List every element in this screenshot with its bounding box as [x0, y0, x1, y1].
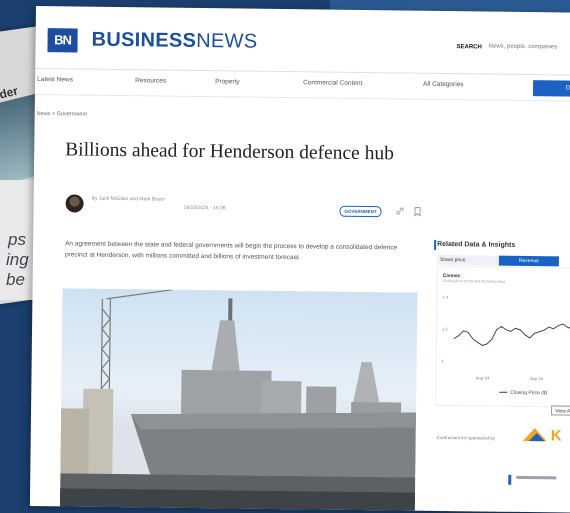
x-tick-label: Aug '24 — [476, 375, 490, 380]
category-tag[interactable]: GOVERNMENT — [339, 205, 382, 218]
sidebar-accent-bar — [434, 239, 437, 250]
share-link-icon[interactable] — [395, 206, 404, 215]
breadcrumb[interactable]: News > Government — [37, 111, 87, 118]
brand-light-text: NEWS — [196, 29, 258, 53]
background-fragment-text: ing — [6, 250, 29, 269]
nav-all-categories[interactable]: All Categories — [423, 81, 464, 88]
nav-commercial-content[interactable]: Commercial Content — [303, 79, 362, 87]
article-hero-image — [59, 288, 418, 513]
sponsor-logo-text: K — [551, 427, 562, 443]
legend-label: Closing Price ($) — [510, 389, 548, 397]
related-data-title: Related Data & Insights — [437, 240, 516, 249]
chart-legend: Closing Price ($) — [499, 389, 548, 397]
nav-resources[interactable]: Resources — [135, 77, 166, 84]
brand-bold-text: BUSINESS — [91, 28, 197, 52]
article-byline[interactable]: By Jack McEllan and Mark Beyer — [92, 196, 172, 204]
background-fragment-text: be — [6, 270, 25, 289]
legend-line-swatch — [499, 391, 508, 393]
view-all-button[interactable]: View A — [551, 405, 570, 416]
article-lede: An agreement between the state and feder… — [64, 240, 398, 262]
article-date: 16/10/2024 - 15:06 — [183, 204, 226, 212]
nav-divider — [34, 93, 570, 102]
y-tick-label: 1.2 — [442, 326, 448, 331]
background-fragment-text: ps — [8, 230, 26, 249]
article-headline: Billions ahead for Henderson defence hub — [65, 139, 395, 165]
share-price-chart: 11.21.4Aug '24Sep '24O — [442, 294, 570, 381]
search-label: SEARCH — [456, 44, 482, 51]
article-page: BN BUSINESSNEWS SEARCH Latest News Resou… — [29, 6, 570, 513]
sponsor-text: Contractors list sponsored by — [436, 434, 496, 441]
main-nav: Latest News Resources Property Commercia… — [35, 74, 570, 97]
sponsor-logo[interactable]: K — [521, 425, 570, 444]
search-input[interactable] — [488, 40, 570, 54]
y-tick-label: 1.4 — [442, 294, 448, 299]
nav-property[interactable]: Property — [215, 78, 240, 85]
nav-cta-button[interactable]: D — [532, 80, 570, 97]
site-brand[interactable]: BUSINESSNEWS — [91, 29, 257, 54]
next-section-title — [516, 475, 557, 480]
nav-latest-news[interactable]: Latest News — [37, 76, 73, 83]
bookmark-icon[interactable] — [413, 207, 421, 217]
warship-photo-illustration — [59, 289, 417, 513]
tab-revenue[interactable]: Revenue — [498, 255, 559, 267]
author-avatar — [65, 194, 84, 213]
y-tick-label: 1 — [442, 358, 445, 363]
closing-price-line — [453, 322, 570, 346]
tab-share-price[interactable]: Share price — [436, 254, 499, 266]
next-section-accent — [508, 474, 512, 485]
x-tick-label: Sep '24 — [530, 376, 544, 381]
site-logo[interactable]: BN — [47, 28, 78, 53]
